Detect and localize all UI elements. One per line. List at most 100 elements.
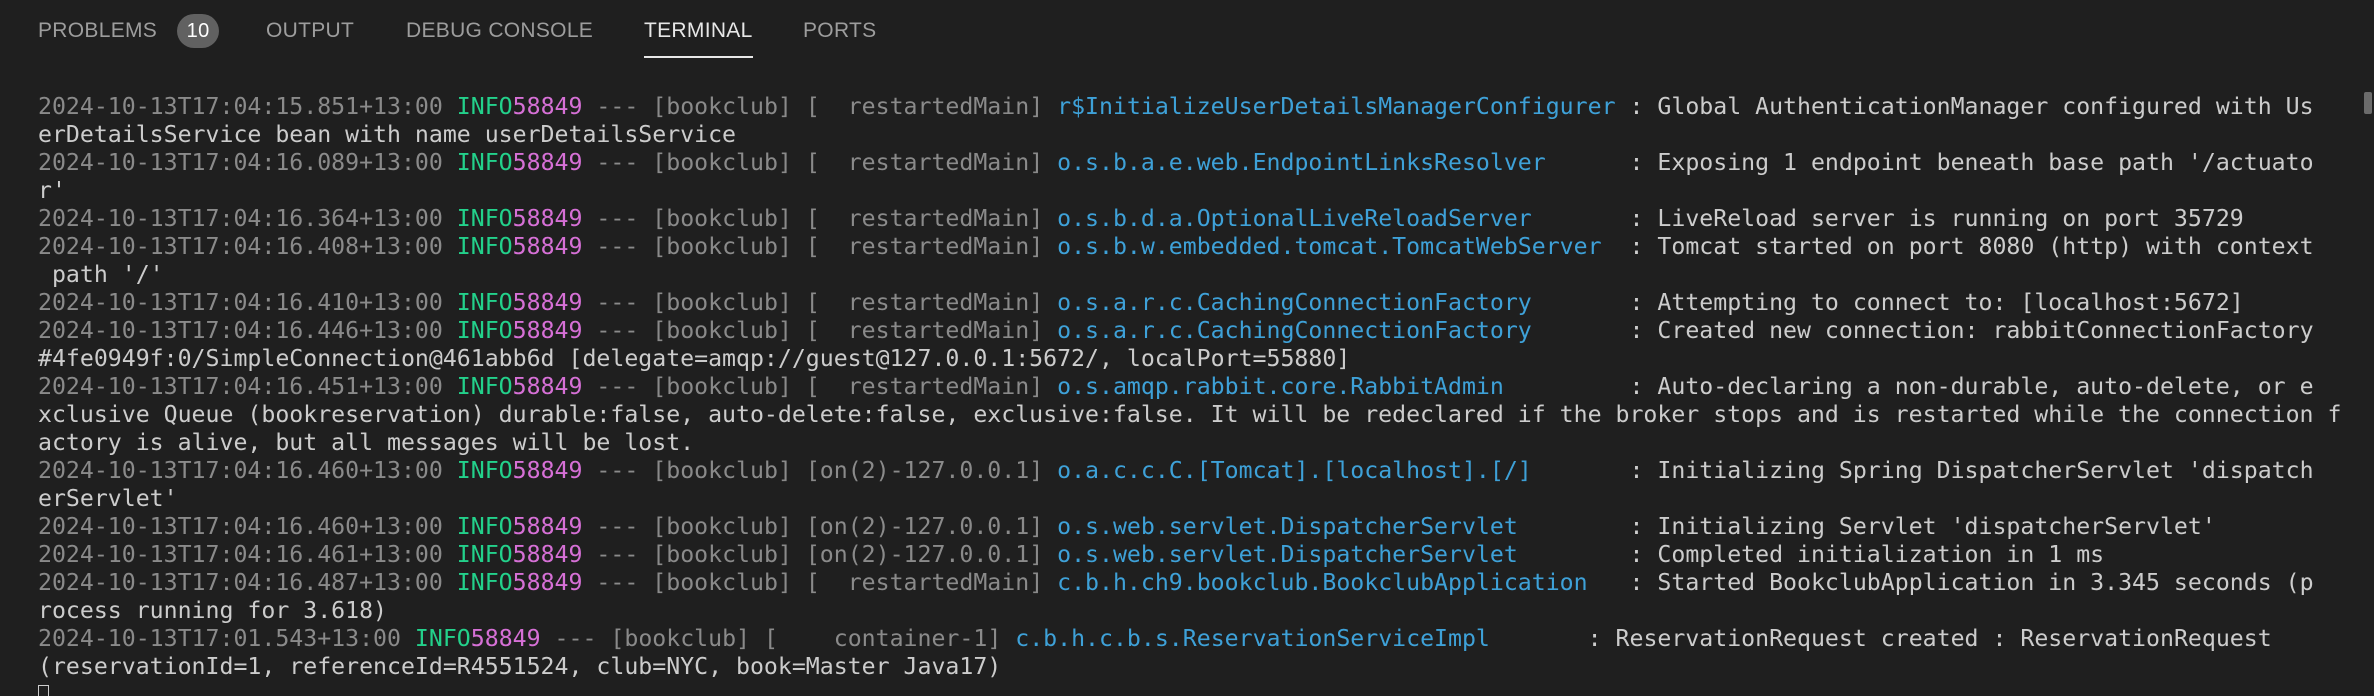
log-pid: 58849 [512, 569, 583, 596]
log-timestamp: 2024-10-13T17:04:16.460+13:00 [38, 457, 443, 484]
log-timestamp: 2024-10-13T17:01.543+13:00 [38, 625, 401, 652]
log-line-continuation: actory is alive, but all messages will b… [38, 429, 695, 456]
tab-ports-label: PORTS [803, 19, 877, 42]
log-timestamp: 2024-10-13T17:04:16.451+13:00 [38, 373, 443, 400]
log-pid: 58849 [512, 93, 583, 120]
log-timestamp: 2024-10-13T17:04:16.408+13:00 [38, 233, 443, 260]
log-line: 2024-10-13T17:04:16.487+13:00 INFO58849 … [38, 569, 2350, 597]
log-pid: 58849 [512, 289, 583, 316]
log-pid: 58849 [512, 317, 583, 344]
log-thread: --- [bookclub] [ restartedMain] [582, 289, 1058, 316]
log-thread: --- [bookclub] [on(2)-127.0.0.1] [582, 541, 1058, 568]
problems-count-badge: 10 [177, 14, 220, 48]
log-pid: 58849 [512, 513, 583, 540]
log-thread: --- [bookclub] [ restartedMain] [582, 149, 1058, 176]
log-line: 2024-10-13T17:01.543+13:00 INFO58849 ---… [38, 625, 2350, 653]
log-line-continuation: (reservationId=1, referenceId=R4551524, … [38, 653, 1002, 680]
log-pid: 58849 [512, 541, 583, 568]
log-message: : Global AuthenticationManager configure… [1615, 93, 2314, 120]
log-timestamp: 2024-10-13T17:04:16.446+13:00 [38, 317, 443, 344]
log-logger: o.s.web.servlet.DispatcherServlet [1057, 513, 1616, 540]
log-pid: 58849 [512, 373, 583, 400]
log-line-continuation: path '/' [38, 261, 164, 288]
log-message: : ReservationRequest created : Reservati… [1573, 625, 2272, 652]
log-message: : Exposing 1 endpoint beneath base path … [1615, 149, 2314, 176]
log-line: 2024-10-13T17:04:16.446+13:00 INFO58849 … [38, 317, 2350, 345]
log-line-continuation: erServlet' [38, 485, 178, 512]
log-level: INFO [442, 541, 513, 568]
log-timestamp: 2024-10-13T17:04:16.089+13:00 [38, 149, 443, 176]
log-level: INFO [442, 93, 513, 120]
log-message: : Started BookclubApplication in 3.345 s… [1615, 569, 2314, 596]
log-message: : Tomcat started on port 8080 (http) wit… [1615, 233, 2314, 260]
log-level: INFO [442, 317, 513, 344]
log-message: : Auto-declaring a non-durable, auto-del… [1615, 373, 2314, 400]
log-level: INFO [442, 513, 513, 540]
log-level: INFO [442, 205, 513, 232]
terminal-scrollbar[interactable] [2360, 92, 2374, 114]
log-line-continuation: xclusive Queue (bookreservation) durable… [38, 401, 2342, 428]
log-message: : LiveReload server is running on port 3… [1615, 205, 2244, 232]
log-logger: o.a.c.c.C.[Tomcat].[localhost].[/] [1057, 457, 1616, 484]
log-logger: o.s.amqp.rabbit.core.RabbitAdmin [1057, 373, 1616, 400]
log-line: 2024-10-13T17:04:16.089+13:00 INFO58849 … [38, 149, 2350, 177]
log-level: INFO [442, 149, 513, 176]
tab-problems[interactable]: PROBLEMS 10 [38, 0, 220, 62]
log-thread: --- [bookclub] [on(2)-127.0.0.1] [582, 457, 1058, 484]
log-line-continuation: r' [38, 177, 66, 204]
log-thread: --- [bookclub] [on(2)-127.0.0.1] [582, 513, 1058, 540]
log-thread: --- [bookclub] [ restartedMain] [582, 569, 1058, 596]
log-line: 2024-10-13T17:04:16.364+13:00 INFO58849 … [38, 205, 2350, 233]
log-thread: --- [bookclub] [ restartedMain] [582, 93, 1058, 120]
log-pid: 58849 [512, 149, 583, 176]
tab-terminal-label: TERMINAL [644, 19, 753, 42]
log-level: INFO [442, 373, 513, 400]
log-level: INFO [442, 569, 513, 596]
log-logger: o.s.web.servlet.DispatcherServlet [1057, 541, 1616, 568]
log-line: 2024-10-13T17:04:16.460+13:00 INFO58849 … [38, 513, 2350, 541]
panel-tab-bar: PROBLEMS 10 OUTPUT DEBUG CONSOLE TERMINA… [0, 0, 2374, 62]
log-timestamp: 2024-10-13T17:04:16.410+13:00 [38, 289, 443, 316]
log-logger: c.b.h.ch9.bookclub.BookclubApplication [1057, 569, 1616, 596]
log-line-continuation: erDetailsService bean with name userDeta… [38, 121, 737, 148]
log-line-continuation: rocess running for 3.618) [38, 597, 388, 624]
log-logger: o.s.a.r.c.CachingConnectionFactory [1057, 289, 1616, 316]
tab-output[interactable]: OUTPUT [266, 0, 354, 62]
log-thread: --- [bookclub] [ restartedMain] [582, 233, 1058, 260]
log-logger: o.s.b.a.e.web.EndpointLinksResolver [1057, 149, 1616, 176]
log-level: INFO [442, 457, 513, 484]
log-message: : Attempting to connect to: [localhost:5… [1615, 289, 2244, 316]
log-pid: 58849 [512, 457, 583, 484]
tab-output-label: OUTPUT [266, 19, 355, 42]
log-pid: 58849 [512, 233, 583, 260]
log-timestamp: 2024-10-13T17:04:16.487+13:00 [38, 569, 443, 596]
log-message: : Created new connection: rabbitConnecti… [1615, 317, 2314, 344]
log-line: 2024-10-13T17:04:16.461+13:00 INFO58849 … [38, 541, 2350, 569]
log-level: INFO [442, 289, 513, 316]
terminal-output[interactable]: 2024-10-13T17:04:15.851+13:00 INFO58849 … [38, 93, 2350, 696]
log-timestamp: 2024-10-13T17:04:16.461+13:00 [38, 541, 443, 568]
log-line: 2024-10-13T17:04:16.410+13:00 INFO58849 … [38, 289, 2350, 317]
tab-ports[interactable]: PORTS [803, 0, 876, 62]
tab-debug-console-label: DEBUG CONSOLE [406, 19, 594, 42]
tab-debug-console[interactable]: DEBUG CONSOLE [406, 0, 593, 62]
log-line: 2024-10-13T17:04:16.460+13:00 INFO58849 … [38, 457, 2350, 485]
log-message: : Initializing Spring DispatcherServlet … [1615, 457, 2314, 484]
log-logger: c.b.h.c.b.s.ReservationServiceImpl [1015, 625, 1574, 652]
cursor-icon [38, 685, 49, 696]
scrollbar-thumb[interactable] [2364, 92, 2372, 114]
tab-problems-label: PROBLEMS [38, 19, 158, 42]
log-logger: o.s.b.d.a.OptionalLiveReloadServer [1057, 205, 1616, 232]
log-line: 2024-10-13T17:04:16.451+13:00 INFO58849 … [38, 373, 2350, 401]
log-thread: --- [bookclub] [ restartedMain] [582, 205, 1058, 232]
log-timestamp: 2024-10-13T17:04:16.460+13:00 [38, 513, 443, 540]
prompt-line[interactable] [38, 681, 2350, 696]
log-timestamp: 2024-10-13T17:04:15.851+13:00 [38, 93, 443, 120]
log-thread: --- [bookclub] [ container-1] [540, 625, 1016, 652]
tab-terminal[interactable]: TERMINAL [644, 0, 753, 62]
log-logger: r$InitializeUserDetailsManagerConfigurer [1057, 93, 1616, 120]
log-pid: 58849 [512, 205, 583, 232]
log-thread: --- [bookclub] [ restartedMain] [582, 373, 1058, 400]
log-level: INFO [442, 233, 513, 260]
log-level: INFO [400, 625, 471, 652]
